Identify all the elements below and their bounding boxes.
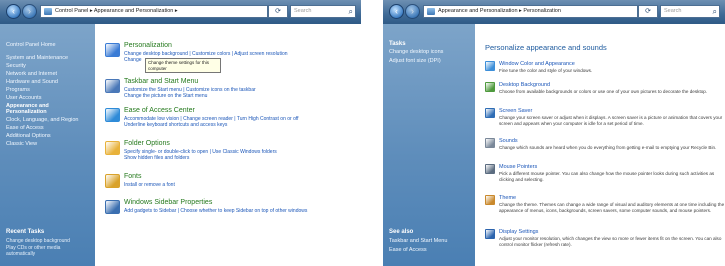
category-windows-sidebar-properties: Windows Sidebar Properties Add gadgets to…	[105, 199, 355, 225]
sidebar-item-network-and-internet[interactable]: Network and Internet	[0, 71, 95, 78]
setting-description: Pick a different mouse pointer. You can …	[499, 171, 715, 182]
category-title[interactable]: Folder Options	[124, 140, 170, 147]
sidebar-item-hardware-and-sound[interactable]: Hardware and Sound	[0, 79, 95, 86]
tooltip: Change theme settings for this computer	[145, 58, 221, 73]
setting-description: Change which sounds are heard when you d…	[499, 145, 717, 150]
folder-options-icon	[105, 141, 120, 155]
category-title[interactable]: Personalization	[124, 42, 172, 49]
category-link[interactable]: Show hidden files and folders	[124, 155, 189, 161]
setting-description: Fine tune the color and style of your wi…	[499, 68, 593, 73]
category-link[interactable]: Underline keyboard shortcuts and access …	[124, 122, 227, 128]
ease-of-access-icon	[105, 108, 120, 122]
address-bar[interactable]: Appearance and Personalization ▸ Persona…	[423, 5, 638, 18]
category-link[interactable]: Install or remove a font	[124, 182, 175, 188]
sounds-icon	[485, 138, 495, 148]
forward-icon[interactable]: ›	[22, 4, 37, 19]
setting-title[interactable]: Theme	[499, 195, 516, 201]
task-link-change-desktop-icons[interactable]: Change desktop icons	[383, 49, 475, 56]
address-text: Appearance and Personalization ▸ Persona…	[438, 8, 561, 14]
control-panel-icon	[44, 8, 52, 15]
personalization-window: ‹ › Appearance and Personalization ▸ Per…	[383, 0, 725, 266]
sidebar-item-clock-language-and-region[interactable]: Clock, Language, and Region	[0, 117, 95, 124]
display-settings-icon	[485, 229, 495, 239]
address-bar[interactable]: Control Panel ▸ Appearance and Personali…	[40, 5, 268, 18]
setting-description: Adjust your monitor resolution, which ch…	[499, 236, 722, 247]
recent-task-link[interactable]: Play CDs or other media automatically	[0, 245, 95, 258]
page-title: Personalize appearance and sounds	[485, 43, 607, 52]
address-toolbar: ‹ › Appearance and Personalization ▸ Per…	[383, 0, 725, 24]
sidebar-item-control-panel-home[interactable]: Control Panel Home	[0, 42, 95, 49]
category-panel: Personalization Change desktop background…	[95, 24, 361, 266]
see-also-link-taskbar-and-start-menu[interactable]: Taskbar and Start Menu	[383, 238, 475, 245]
sidebar: Tasks Change desktop icons Adjust font si…	[383, 24, 475, 266]
sidebar-item-classic-view[interactable]: Classic View	[0, 141, 95, 148]
category-link[interactable]: Change desktop background | Customize co…	[124, 51, 288, 57]
category-personalization: Personalization Change desktop background…	[105, 42, 355, 68]
sidebar-item-additional-options[interactable]: Additional Options	[0, 133, 95, 140]
sidebar: Control Panel Home System and Maintenance…	[0, 24, 95, 266]
address-text: Control Panel ▸ Appearance and Personali…	[55, 8, 178, 14]
setting-title[interactable]: Desktop Background	[499, 82, 550, 88]
see-also-pane: See also Taskbar and Start Menu Ease of A…	[383, 229, 475, 255]
category-taskbar-and-start-menu: Taskbar and Start Menu Customize the Star…	[105, 78, 355, 104]
category-link[interactable]: Change	[124, 57, 142, 63]
sidebar-item-user-accounts[interactable]: User Accounts	[0, 95, 95, 102]
sidebar-properties-icon	[105, 200, 120, 214]
see-also-link-ease-of-access[interactable]: Ease of Access	[383, 247, 475, 254]
setting-title[interactable]: Display Settings	[499, 229, 538, 235]
back-icon[interactable]: ‹	[389, 4, 404, 19]
setting-description: Choose from available backgrounds or col…	[499, 89, 708, 94]
sidebar-item-ease-of-access[interactable]: Ease of Access	[0, 125, 95, 132]
see-also-heading: See also	[389, 229, 414, 235]
setting-title[interactable]: Sounds	[499, 138, 518, 144]
control-panel-icon	[427, 8, 435, 15]
sidebar-category-list: Control Panel Home System and Maintenance…	[0, 42, 95, 149]
theme-icon	[485, 195, 495, 205]
category-title[interactable]: Ease of Access Center	[124, 107, 195, 114]
tasks-heading: Tasks	[389, 41, 406, 47]
category-title[interactable]: Windows Sidebar Properties	[124, 199, 212, 206]
taskbar-icon	[105, 79, 120, 93]
personalization-icon	[105, 43, 120, 57]
search-input[interactable]: Search	[290, 5, 356, 18]
address-toolbar: ‹ › Control Panel ▸ Appearance and Perso…	[0, 0, 361, 24]
setting-title[interactable]: Window Color and Appearance	[499, 61, 575, 67]
task-link-adjust-font-size-dpi[interactable]: Adjust font size (DPI)	[383, 58, 475, 65]
tasks-pane: Tasks Change desktop icons Adjust font si…	[383, 41, 475, 66]
setting-description: Change your screen saver or adjust when …	[499, 115, 723, 126]
mouse-pointers-icon	[485, 164, 495, 174]
sidebar-item-programs[interactable]: Programs	[0, 87, 95, 94]
personalization-panel: Personalize appearance and sounds Window…	[475, 24, 725, 266]
fonts-icon	[105, 174, 120, 188]
recent-tasks-heading: Recent Tasks	[6, 229, 45, 235]
setting-title[interactable]: Mouse Pointers	[499, 164, 537, 170]
category-folder-options: Folder Options Specify single- or double-…	[105, 140, 355, 166]
window-color-icon	[485, 61, 495, 71]
setting-title[interactable]: Screen Saver	[499, 108, 532, 114]
category-link[interactable]: Add gadgets to Sidebar | Choose whether …	[124, 208, 307, 214]
back-icon[interactable]: ‹	[6, 4, 21, 19]
search-input[interactable]: Search	[660, 5, 720, 18]
recent-tasks: Recent Tasks Change desktop background Pl…	[0, 229, 95, 258]
sidebar-item-security[interactable]: Security	[0, 63, 95, 70]
category-link[interactable]: Change the picture on the Start menu	[124, 93, 207, 99]
forward-icon[interactable]: ›	[405, 4, 420, 19]
category-title[interactable]: Taskbar and Start Menu	[124, 78, 198, 85]
category-fonts: Fonts Install or remove a font	[105, 173, 355, 199]
refresh-icon[interactable]: ⟳	[638, 5, 658, 18]
setting-description: Change the theme. Themes can change a wi…	[499, 202, 725, 213]
desktop-background-icon	[485, 82, 495, 92]
control-panel-window: ‹ › Control Panel ▸ Appearance and Perso…	[0, 0, 361, 266]
refresh-icon[interactable]: ⟳	[268, 5, 288, 18]
screen-saver-icon	[485, 108, 495, 118]
sidebar-item-appearance-and-personalization[interactable]: Appearance and Personalization	[0, 103, 95, 116]
sidebar-item-system-and-maintenance[interactable]: System and Maintenance	[0, 55, 95, 62]
category-title[interactable]: Fonts	[124, 173, 142, 180]
category-ease-of-access-center: Ease of Access Center Accommodate low vis…	[105, 107, 355, 133]
